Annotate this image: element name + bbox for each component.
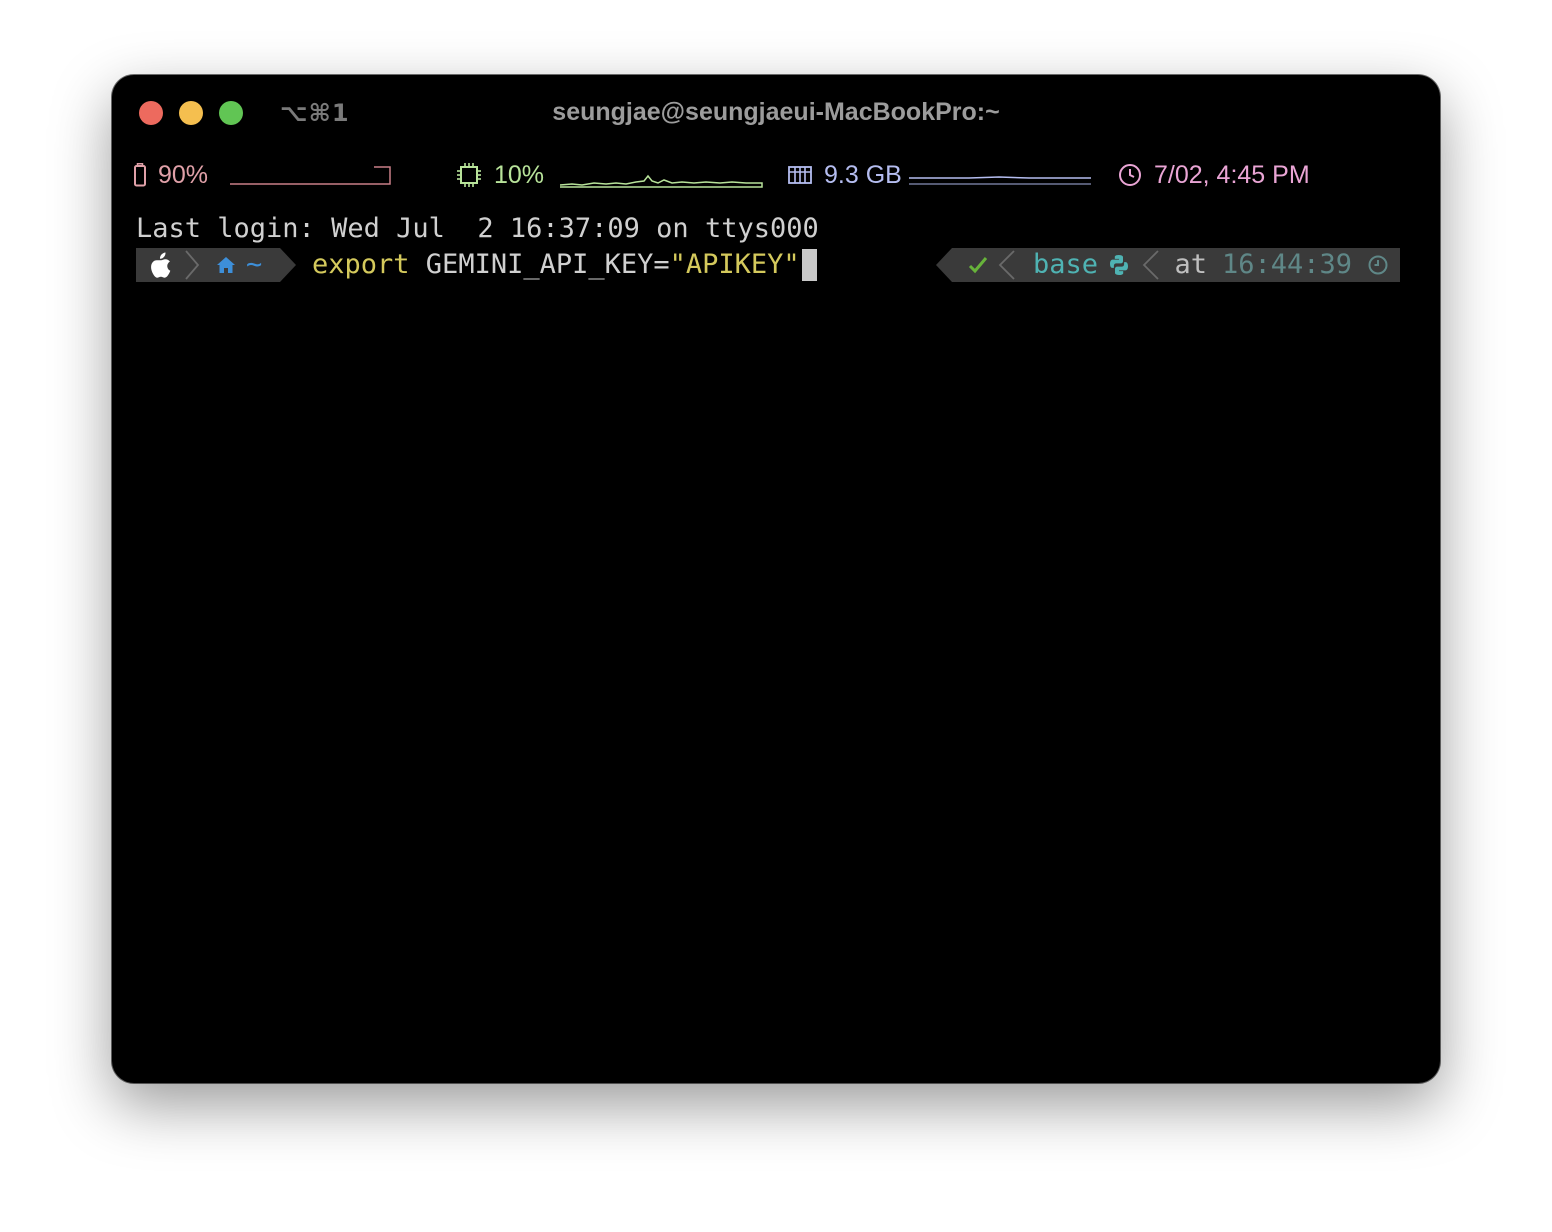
at-label: at bbox=[1174, 249, 1207, 280]
command-string: "APIKEY" bbox=[669, 249, 800, 280]
terminal-window: ⌥⌘1 seungjae@seungjaeui-MacBookPro:~ 90% bbox=[112, 75, 1440, 1083]
apple-icon bbox=[150, 252, 172, 282]
command-input[interactable]: export GEMINI_API_KEY= "APIKEY" bbox=[312, 248, 817, 282]
window-title: seungjae@seungjaeui-MacBookPro:~ bbox=[552, 98, 1000, 126]
clock-icon bbox=[1118, 163, 1142, 187]
current-directory: ~ bbox=[246, 249, 263, 280]
battery-value: 90% bbox=[158, 160, 209, 189]
command-keyword: export bbox=[312, 249, 410, 280]
cpu-sparkline bbox=[560, 174, 763, 188]
home-icon bbox=[216, 256, 236, 278]
battery-icon bbox=[134, 163, 146, 187]
time-clock-icon bbox=[1368, 255, 1388, 279]
text-cursor bbox=[801, 249, 817, 281]
status-bar: 90% 10% 9.3 GB 7/02, 4:45 PM bbox=[112, 155, 1440, 195]
prompt-line[interactable]: ~ export GEMINI_API_KEY= "APIKEY" base at… bbox=[136, 248, 1400, 282]
memory-value: 9.3 GB bbox=[824, 160, 902, 189]
command-args: GEMINI_API_KEY= bbox=[409, 249, 670, 280]
python-icon bbox=[1108, 254, 1130, 280]
prompt-time: 16:44:39 bbox=[1221, 249, 1352, 280]
memory-sparkline bbox=[909, 176, 1091, 185]
battery-stat: 90% bbox=[134, 155, 208, 195]
battery-sparkline bbox=[230, 166, 391, 185]
conda-env: base bbox=[1032, 249, 1098, 280]
cpu-value: 10% bbox=[494, 160, 545, 189]
checkmark-icon bbox=[968, 255, 988, 279]
memory-stat: 9.3 GB bbox=[788, 155, 902, 195]
clock-value: 7/02, 4:45 PM bbox=[1154, 160, 1310, 189]
clock-stat: 7/02, 4:45 PM bbox=[1118, 155, 1310, 195]
cpu-stat: 10% bbox=[456, 155, 544, 195]
memory-icon bbox=[788, 164, 812, 186]
cpu-chip-icon bbox=[456, 162, 482, 188]
title-bar: ⌥⌘1 seungjae@seungjaeui-MacBookPro:~ bbox=[112, 75, 1440, 151]
last-login-line: Last login: Wed Jul 2 16:37:09 on ttys00… bbox=[136, 213, 819, 244]
